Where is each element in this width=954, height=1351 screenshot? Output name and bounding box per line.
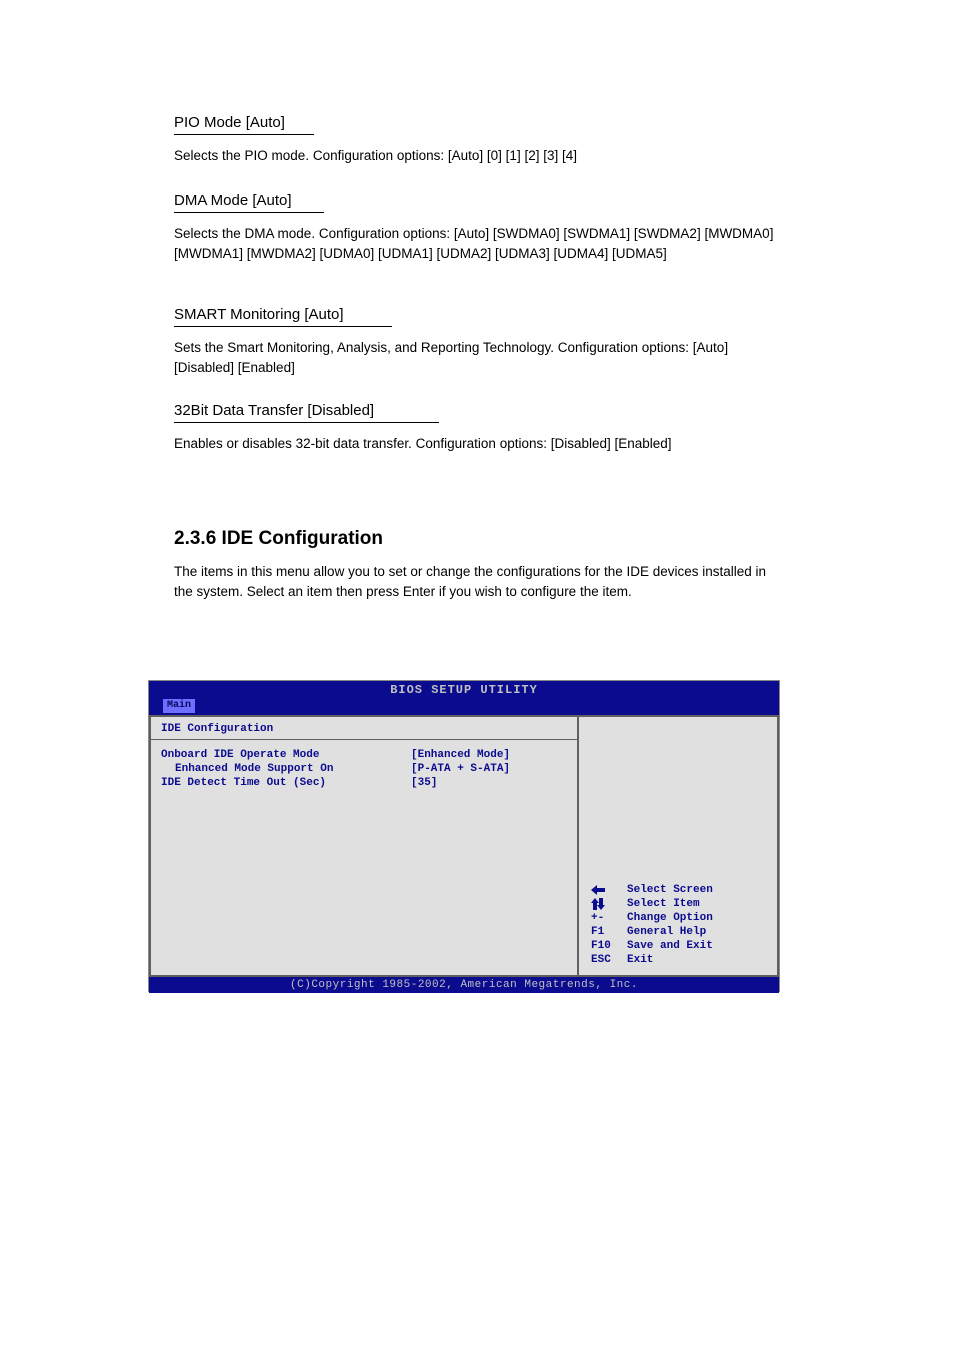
bios-option-row[interactable]: IDE Detect Time Out (Sec)[35] <box>161 776 567 790</box>
heading-smart: SMART Monitoring [Auto] <box>174 306 344 323</box>
underline-smart <box>174 326 392 327</box>
heading-ide-config: 2.3.6 IDE Configuration <box>174 528 383 550</box>
bios-footer: (C)Copyright 1985-2002, American Megatre… <box>149 977 779 993</box>
bios-help: Select ScreenSelect Item+-Change OptionF… <box>591 883 713 967</box>
body-smart: Sets the Smart Monitoring, Analysis, and… <box>174 338 784 379</box>
bios-tab-main[interactable]: Main <box>163 699 195 713</box>
bios-help-row: +-Change Option <box>591 911 713 925</box>
bios-right-pane: Select ScreenSelect Item+-Change OptionF… <box>577 715 779 977</box>
bios-option-value: [Enhanced Mode] <box>411 748 510 762</box>
underline-dma <box>174 212 324 213</box>
bios-option-label: IDE Detect Time Out (Sec) <box>161 776 411 790</box>
bios-help-key: +- <box>591 911 627 925</box>
underline-pio <box>174 134 314 135</box>
bios-help-key: ESC <box>591 953 627 967</box>
bios-help-text: Select Item <box>627 897 700 911</box>
arrows-updown-icon <box>591 897 627 911</box>
body-pio-mode: Selects the PIO mode. Configuration opti… <box>174 146 784 166</box>
body-32bit: Enables or disables 32-bit data transfer… <box>174 434 784 454</box>
bios-help-text: Change Option <box>627 911 713 925</box>
bios-help-row: F1General Help <box>591 925 713 939</box>
underline-32bit <box>174 422 439 423</box>
bios-help-row: ESCExit <box>591 953 713 967</box>
bios-help-text: Select Screen <box>627 883 713 897</box>
bios-help-key: F1 <box>591 925 627 939</box>
bios-divider <box>151 739 577 740</box>
bios-option-label: Enhanced Mode Support On <box>161 762 411 776</box>
bios-tabbar: Main <box>149 699 779 715</box>
bios-option-value: [35] <box>411 776 437 790</box>
bios-option-label: Onboard IDE Operate Mode <box>161 748 411 762</box>
bios-option-row[interactable]: Enhanced Mode Support On[P-ATA + S-ATA] <box>161 762 567 776</box>
bios-help-row: Select Item <box>591 897 713 911</box>
bios-help-row: F10Save and Exit <box>591 939 713 953</box>
heading-pio-mode: PIO Mode [Auto] <box>174 114 285 131</box>
bios-help-text: Exit <box>627 953 653 967</box>
bios-help-row: Select Screen <box>591 883 713 897</box>
bios-body: IDE Configuration Onboard IDE Operate Mo… <box>149 715 779 977</box>
bios-help-text: General Help <box>627 925 706 939</box>
heading-dma-mode: DMA Mode [Auto] <box>174 192 292 209</box>
heading-32bit: 32Bit Data Transfer [Disabled] <box>174 402 374 419</box>
bios-screen: BIOS SETUP UTILITY Main IDE Configuratio… <box>148 680 780 992</box>
bios-title: BIOS SETUP UTILITY <box>149 681 779 699</box>
bios-help-text: Save and Exit <box>627 939 713 953</box>
bios-left-pane: IDE Configuration Onboard IDE Operate Mo… <box>149 715 577 977</box>
arrow-left-icon <box>591 883 627 897</box>
bios-option-value: [P-ATA + S-ATA] <box>411 762 510 776</box>
body-ide-config: The items in this menu allow you to set … <box>174 562 784 603</box>
body-dma-mode: Selects the DMA mode. Configuration opti… <box>174 224 784 265</box>
bios-option-row[interactable]: Onboard IDE Operate Mode[Enhanced Mode] <box>161 748 567 762</box>
bios-section-title: IDE Configuration <box>161 723 567 735</box>
bios-help-key: F10 <box>591 939 627 953</box>
